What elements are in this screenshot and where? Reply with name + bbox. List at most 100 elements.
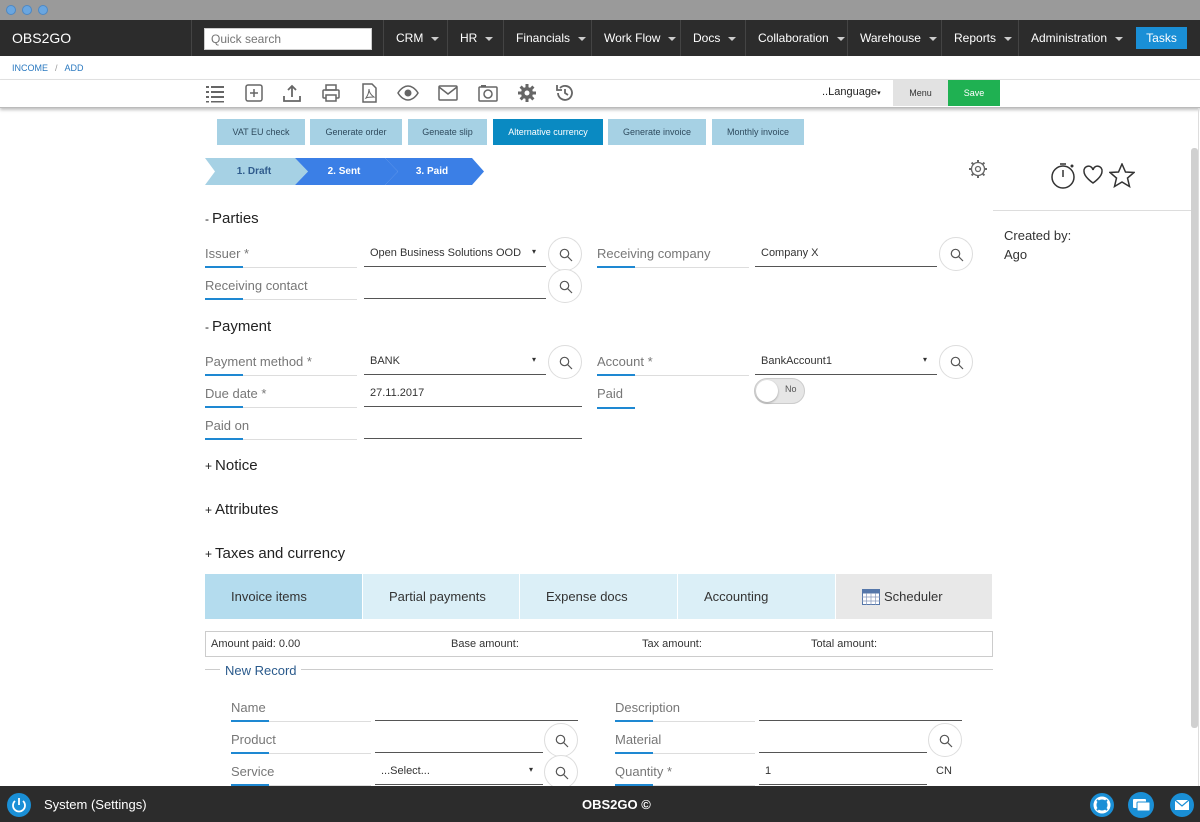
settings-icon[interactable] bbox=[516, 82, 538, 104]
product-input[interactable] bbox=[375, 729, 543, 753]
nav-label: Docs bbox=[693, 31, 721, 45]
upload-icon[interactable] bbox=[281, 82, 303, 104]
nav-reports[interactable]: Reports bbox=[941, 20, 1013, 56]
save-button[interactable]: Save bbox=[948, 80, 1000, 106]
section-notice[interactable]: + Notice bbox=[205, 457, 258, 474]
heart-icon[interactable] bbox=[1082, 165, 1104, 185]
paid-on-label: Paid on bbox=[205, 412, 357, 440]
payment-method-value: BANK bbox=[370, 355, 400, 367]
nav-hr[interactable]: HR bbox=[447, 20, 494, 56]
toggle-state: No bbox=[785, 384, 797, 394]
due-date-input[interactable]: 27.11.2017 bbox=[364, 383, 582, 407]
generate-invoice-button[interactable]: Generate invoice bbox=[608, 119, 706, 145]
receiving-contact-search-button[interactable] bbox=[548, 269, 582, 303]
camera-icon[interactable] bbox=[477, 82, 499, 104]
chat-icon[interactable] bbox=[1127, 792, 1155, 818]
quantity-input[interactable]: 1 bbox=[759, 761, 927, 785]
list-icon[interactable] bbox=[204, 82, 226, 104]
menu-button[interactable]: Menu bbox=[893, 80, 948, 106]
receiving-contact-input[interactable] bbox=[364, 275, 546, 299]
account-search-button[interactable] bbox=[939, 345, 973, 379]
receiving-company-search-button[interactable] bbox=[939, 237, 973, 271]
tab-partial-payments[interactable]: Partial payments bbox=[363, 574, 520, 619]
mail-icon[interactable] bbox=[1169, 792, 1195, 818]
nav-label: Financials bbox=[516, 31, 571, 45]
timer-icon[interactable] bbox=[1050, 162, 1076, 190]
issuer-value: Open Business Solutions OOD bbox=[370, 247, 522, 259]
calendar-icon bbox=[862, 589, 880, 605]
breadcrumb-income[interactable]: INCOME bbox=[12, 63, 48, 73]
nav-label: Reports bbox=[954, 31, 997, 45]
form-settings-icon[interactable] bbox=[968, 159, 988, 179]
breadcrumb-add[interactable]: ADD bbox=[65, 63, 84, 73]
account-select[interactable]: BankAccount1 ▾ bbox=[755, 351, 937, 375]
pdf-icon[interactable] bbox=[358, 82, 380, 104]
monthly-invoice-button[interactable]: Monthly invoice bbox=[712, 119, 804, 145]
language-select[interactable]: ..Language▾ bbox=[822, 86, 881, 98]
tab-invoice-items[interactable]: Invoice items bbox=[205, 574, 363, 619]
payment-method-search-button[interactable] bbox=[548, 345, 582, 379]
payment-method-select[interactable]: BANK ▾ bbox=[364, 351, 546, 375]
description-input[interactable] bbox=[759, 697, 962, 721]
history-icon[interactable] bbox=[554, 82, 576, 104]
vertical-scrollbar[interactable] bbox=[1191, 148, 1198, 728]
quick-search-input[interactable] bbox=[204, 28, 372, 50]
tab-expense-docs[interactable]: Expense docs bbox=[520, 574, 678, 619]
total-amount: Total amount: bbox=[811, 638, 878, 650]
search-icon bbox=[939, 734, 953, 748]
paid-on-input[interactable] bbox=[364, 415, 582, 439]
receiving-company-input[interactable]: Company X bbox=[755, 243, 937, 267]
section-payment[interactable]: - Payment bbox=[205, 318, 271, 335]
nav-warehouse[interactable]: Warehouse bbox=[847, 20, 937, 56]
product-search-button[interactable] bbox=[544, 723, 578, 757]
generate-slip-button[interactable]: Geneate slip bbox=[408, 119, 487, 145]
issuer-search-button[interactable] bbox=[548, 237, 582, 271]
add-icon[interactable] bbox=[243, 82, 265, 104]
nav-docs[interactable]: Docs bbox=[680, 20, 737, 56]
nav-financials[interactable]: Financials bbox=[503, 20, 587, 56]
nav-administration[interactable]: Administration bbox=[1018, 20, 1124, 56]
service-search-button[interactable] bbox=[544, 755, 578, 789]
window-close-dot[interactable] bbox=[6, 5, 16, 15]
system-settings-link[interactable]: System (Settings) bbox=[44, 797, 147, 812]
paid-toggle[interactable]: No bbox=[754, 378, 805, 404]
generate-order-button[interactable]: Generate order bbox=[310, 119, 402, 145]
chevron-down-icon bbox=[1004, 36, 1013, 41]
step-sent-label: 2. Sent bbox=[327, 166, 361, 177]
star-icon[interactable] bbox=[1109, 163, 1135, 188]
tasks-button[interactable]: Tasks bbox=[1136, 27, 1187, 49]
chevron-down-icon bbox=[928, 36, 937, 41]
due-date-value: 27.11.2017 bbox=[370, 387, 425, 399]
tab-accounting[interactable]: Accounting bbox=[678, 574, 836, 619]
material-search-button[interactable] bbox=[928, 723, 962, 757]
alternative-currency-button[interactable]: Alternative currency bbox=[493, 119, 603, 145]
view-icon[interactable] bbox=[397, 82, 419, 104]
nav-crm[interactable]: CRM bbox=[383, 20, 440, 56]
issuer-select[interactable]: Open Business Solutions OOD ▾ bbox=[364, 243, 546, 267]
due-date-label: Due date * bbox=[205, 380, 357, 408]
search-icon bbox=[559, 356, 573, 370]
help-lifebuoy-icon[interactable] bbox=[1089, 792, 1115, 818]
name-input[interactable] bbox=[375, 697, 578, 721]
nav-collaboration[interactable]: Collaboration bbox=[745, 20, 845, 56]
section-parties[interactable]: - Parties bbox=[205, 210, 259, 227]
vat-eu-check-button[interactable]: VAT EU check bbox=[217, 119, 305, 145]
window-maximize-dot[interactable] bbox=[38, 5, 48, 15]
caret-down-icon: ▾ bbox=[531, 355, 536, 364]
window-minimize-dot[interactable] bbox=[22, 5, 32, 15]
app-brand[interactable]: OBS2GO bbox=[12, 30, 71, 46]
section-attributes[interactable]: + Attributes bbox=[205, 501, 278, 518]
nav-workflow[interactable]: Work Flow bbox=[591, 20, 677, 56]
unit-select[interactable]: CN bbox=[936, 765, 952, 777]
chevron-down-icon bbox=[668, 36, 677, 41]
tab-scheduler[interactable]: Scheduler bbox=[836, 574, 993, 619]
section-taxes-currency[interactable]: + Taxes and currency bbox=[205, 545, 345, 562]
print-icon[interactable] bbox=[320, 82, 342, 104]
step-draft-label: 1. Draft bbox=[236, 166, 272, 177]
step-paid-label: 3. Paid bbox=[415, 166, 449, 177]
email-icon[interactable] bbox=[437, 82, 459, 104]
language-label: ..Language bbox=[822, 86, 878, 98]
power-icon[interactable] bbox=[6, 792, 32, 818]
material-input[interactable] bbox=[759, 729, 927, 753]
service-select[interactable]: ...Select... ▾ bbox=[375, 761, 543, 785]
